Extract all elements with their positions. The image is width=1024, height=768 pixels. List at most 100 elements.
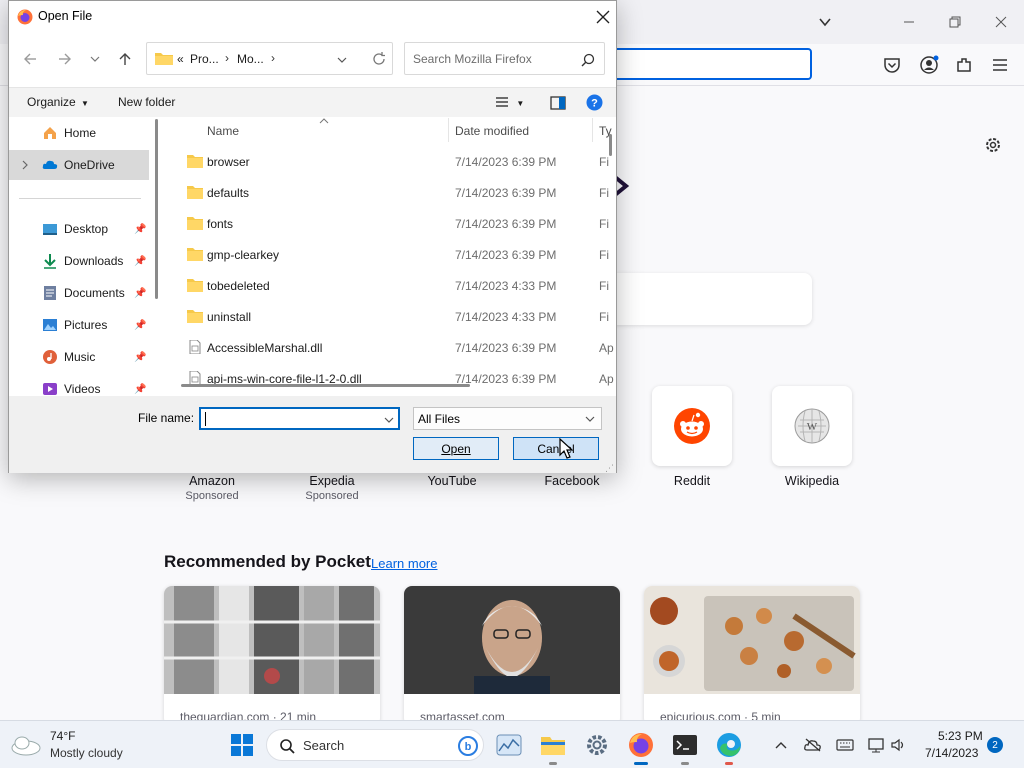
onedrive-tray-button[interactable] [803,735,823,755]
minimize-button[interactable] [894,8,924,36]
wikipedia-globe-icon: W [794,408,830,444]
file-row[interactable]: fonts 7/14/2023 6:39 PM Fi [165,209,610,240]
arrow-right-icon [59,53,71,65]
file-type-filter-select[interactable]: All Files [413,407,602,430]
top-site-label[interactable]: Wikipedia [752,474,872,488]
taskbar-app-file-explorer[interactable] [537,729,569,761]
extensions-button[interactable] [951,52,977,78]
app-running-indicator [681,762,689,765]
recent-locations-button[interactable] [83,47,107,71]
taskbar-app-terminal[interactable] [669,729,701,761]
nav-item-onedrive[interactable]: OneDrive [9,150,149,180]
list-all-tabs-button[interactable] [810,8,840,36]
file-list-vertical-scrollbar[interactable] [609,134,612,156]
pocket-card[interactable]: smartasset.com [404,586,620,726]
menu-button[interactable] [987,52,1013,78]
search-icon [280,739,295,754]
svg-text:b: b [465,741,472,753]
taskbar-app-settings[interactable] [581,729,613,761]
dialog-close-button[interactable] [589,3,617,31]
nav-item-desktop[interactable]: Desktop 📌 [9,214,149,244]
preview-pane-button[interactable] [550,96,566,113]
document-icon [44,286,56,300]
clock-time[interactable]: 5:23 PM [938,729,983,743]
address-bar[interactable]: « Pro... › Mo... › [146,42,393,75]
nav-divider [19,198,141,199]
pocket-learn-more-link[interactable]: Learn more [371,556,437,571]
weather-temperature[interactable]: 74°F [50,729,75,743]
file-row[interactable]: gmp-clearkey 7/14/2023 6:39 PM Fi [165,240,610,271]
notification-badge[interactable]: 2 [987,737,1003,753]
organize-menu[interactable]: Organize ▼ [27,95,89,109]
newtab-search-box[interactable] [600,273,812,325]
taskbar-search-box[interactable]: Search b [266,729,484,761]
mouse-pointer-icon [559,438,573,459]
file-row[interactable]: AccessibleMarshal.dll 7/14/2023 6:39 PM … [165,333,614,364]
column-header-name[interactable]: Name [207,124,239,138]
nav-item-documents[interactable]: Documents 📌 [9,278,149,308]
open-button[interactable]: Open [413,437,499,460]
breadcrumb-item[interactable]: Mo... [237,52,264,66]
file-row[interactable]: defaults 7/14/2023 6:39 PM Fi [165,178,610,209]
weather-description[interactable]: Mostly cloudy [50,746,123,760]
resize-grip-icon[interactable]: ⋰ [605,463,614,474]
personalize-button[interactable] [982,134,1004,156]
file-row[interactable]: tobedeleted 7/14/2023 4:33 PM Fi [165,271,610,302]
clock-date[interactable]: 7/14/2023 [925,746,978,760]
top-site-wikipedia-tile[interactable]: W [772,386,852,466]
nav-item-music[interactable]: Music 📌 [9,342,149,372]
nav-item-videos[interactable]: Videos 📌 [9,374,149,396]
show-hidden-icons-button[interactable] [771,735,791,755]
column-header-date[interactable]: Date modified [455,124,529,138]
nav-item-downloads[interactable]: Downloads 📌 [9,246,149,276]
start-button[interactable] [226,729,258,761]
file-list-horizontal-scrollbar[interactable] [181,384,470,387]
column-divider[interactable] [448,118,449,142]
back-button[interactable] [18,47,42,71]
column-divider[interactable] [592,118,593,142]
top-site-label[interactable]: Amazon [152,474,272,488]
url-bar[interactable] [600,48,812,80]
pocket-card[interactable]: epicurious.com · 5 min [644,586,860,726]
file-date: 7/14/2023 4:33 PM [455,310,557,324]
breadcrumb-item[interactable]: Pro... [190,52,219,66]
up-button[interactable] [113,47,137,71]
refresh-icon[interactable] [372,52,386,66]
weather-widget[interactable] [10,733,42,760]
taskbar-app-widgets[interactable] [493,729,525,761]
pocket-card[interactable]: theguardian.com · 21 min [164,586,380,726]
file-date: 7/14/2023 6:39 PM [455,248,557,262]
nav-item-home[interactable]: Home [9,118,149,148]
help-button[interactable]: ? [586,94,603,114]
nav-pane-scrollbar[interactable] [155,119,158,299]
breadcrumb-overflow[interactable]: « [177,52,184,66]
top-site-label[interactable]: Facebook [512,474,632,488]
file-name-input[interactable] [199,407,400,430]
network-tray-button[interactable] [867,735,887,755]
pocket-button[interactable] [879,52,905,78]
keyboard-tray-button[interactable] [835,735,855,755]
search-input[interactable]: Search Mozilla Firefox [404,42,605,75]
taskbar-app-firefox[interactable] [625,729,657,761]
chevron-right-icon[interactable] [21,160,29,170]
nav-item-pictures[interactable]: Pictures 📌 [9,310,149,340]
chevron-down-icon[interactable] [384,415,394,425]
restore-button[interactable] [940,8,970,36]
top-site-reddit-tile[interactable] [652,386,732,466]
top-site-label[interactable]: Expedia [272,474,392,488]
file-row[interactable]: api-ms-win-core-file-l1-2-0.dll 7/14/202… [165,364,614,395]
cancel-button[interactable]: Cancel [513,437,599,460]
bing-chat-icon[interactable]: b [457,735,479,757]
new-folder-button[interactable]: New folder [118,95,175,109]
forward-button[interactable] [53,47,77,71]
top-site-label[interactable]: YouTube [392,474,512,488]
top-site-label[interactable]: Reddit [632,474,752,488]
volume-tray-button[interactable] [889,735,909,755]
chevron-down-icon[interactable] [337,55,347,65]
view-menu-button[interactable]: ▼ [495,95,524,112]
file-row[interactable]: browser 7/14/2023 6:39 PM Fi [165,147,610,178]
account-button[interactable] [916,52,942,78]
close-window-button[interactable] [986,8,1016,36]
taskbar-app-edge[interactable] [713,729,745,761]
file-row[interactable]: uninstall 7/14/2023 4:33 PM Fi [165,302,610,333]
